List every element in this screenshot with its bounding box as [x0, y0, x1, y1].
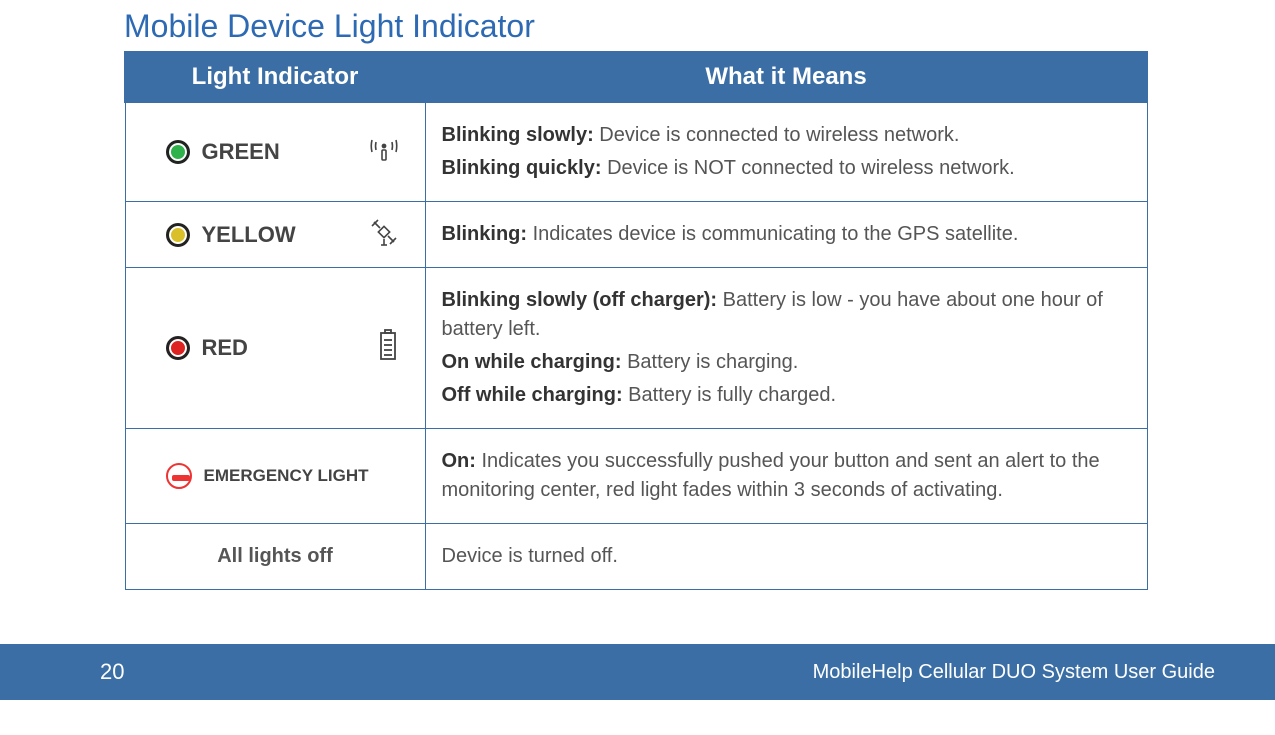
red-item3-bold: Off while charging:	[442, 384, 623, 406]
signal-icon	[369, 132, 409, 172]
footer: 20 MobileHelp Cellular DUO System User G…	[0, 644, 1275, 700]
red-label: RED	[202, 335, 248, 361]
row-green: GREEN Blinking slowly: Device is conn	[125, 102, 1147, 202]
red-item2-bold: On while charging:	[442, 351, 622, 373]
emergency-label: EMERGENCY LIGHT	[204, 466, 369, 486]
row-emergency: EMERGENCY LIGHT On: Indicates you succes…	[125, 429, 1147, 524]
guide-title: MobileHelp Cellular DUO System User Guid…	[813, 661, 1215, 684]
col-indicator: Light Indicator	[125, 52, 425, 102]
row-all-off: All lights off Device is turned off.	[125, 524, 1147, 590]
yellow-dot-icon	[166, 223, 190, 247]
green-item1-bold: Blinking slowly:	[442, 124, 594, 146]
green-item2-text: Device is NOT connected to wireless netw…	[602, 157, 1015, 179]
page-number: 20	[100, 659, 124, 685]
battery-icon	[377, 328, 409, 368]
all-off-text: Device is turned off.	[442, 542, 1131, 571]
satellite-icon	[369, 217, 409, 253]
green-item1-text: Device is connected to wireless network.	[594, 124, 960, 146]
yellow-label: YELLOW	[202, 222, 296, 248]
red-item3-text: Battery is fully charged.	[623, 384, 836, 406]
emergency-dot-icon	[166, 463, 192, 489]
red-item2-text: Battery is charging.	[622, 351, 799, 373]
row-red: RED	[125, 268, 1147, 429]
emergency-item1-text: Indicates you successfully pushed your b…	[442, 450, 1100, 501]
all-off-label: All lights off	[125, 524, 425, 590]
indicator-table: Light Indicator What it Means GREEN	[124, 51, 1148, 590]
green-item2-bold: Blinking quickly:	[442, 157, 602, 179]
green-label: GREEN	[202, 139, 280, 165]
red-item1-bold: Blinking slowly (off charger):	[442, 289, 718, 311]
page-title: Mobile Device Light Indicator	[124, 8, 1275, 45]
green-dot-icon	[166, 140, 190, 164]
yellow-item1-bold: Blinking:	[442, 223, 528, 245]
red-dot-icon	[166, 336, 190, 360]
emergency-item1-bold: On:	[442, 450, 476, 472]
col-meaning: What it Means	[425, 52, 1147, 102]
yellow-item1-text: Indicates device is communicating to the…	[527, 223, 1018, 245]
row-yellow: YELLOW Blinking: Indicates device is	[125, 202, 1147, 268]
